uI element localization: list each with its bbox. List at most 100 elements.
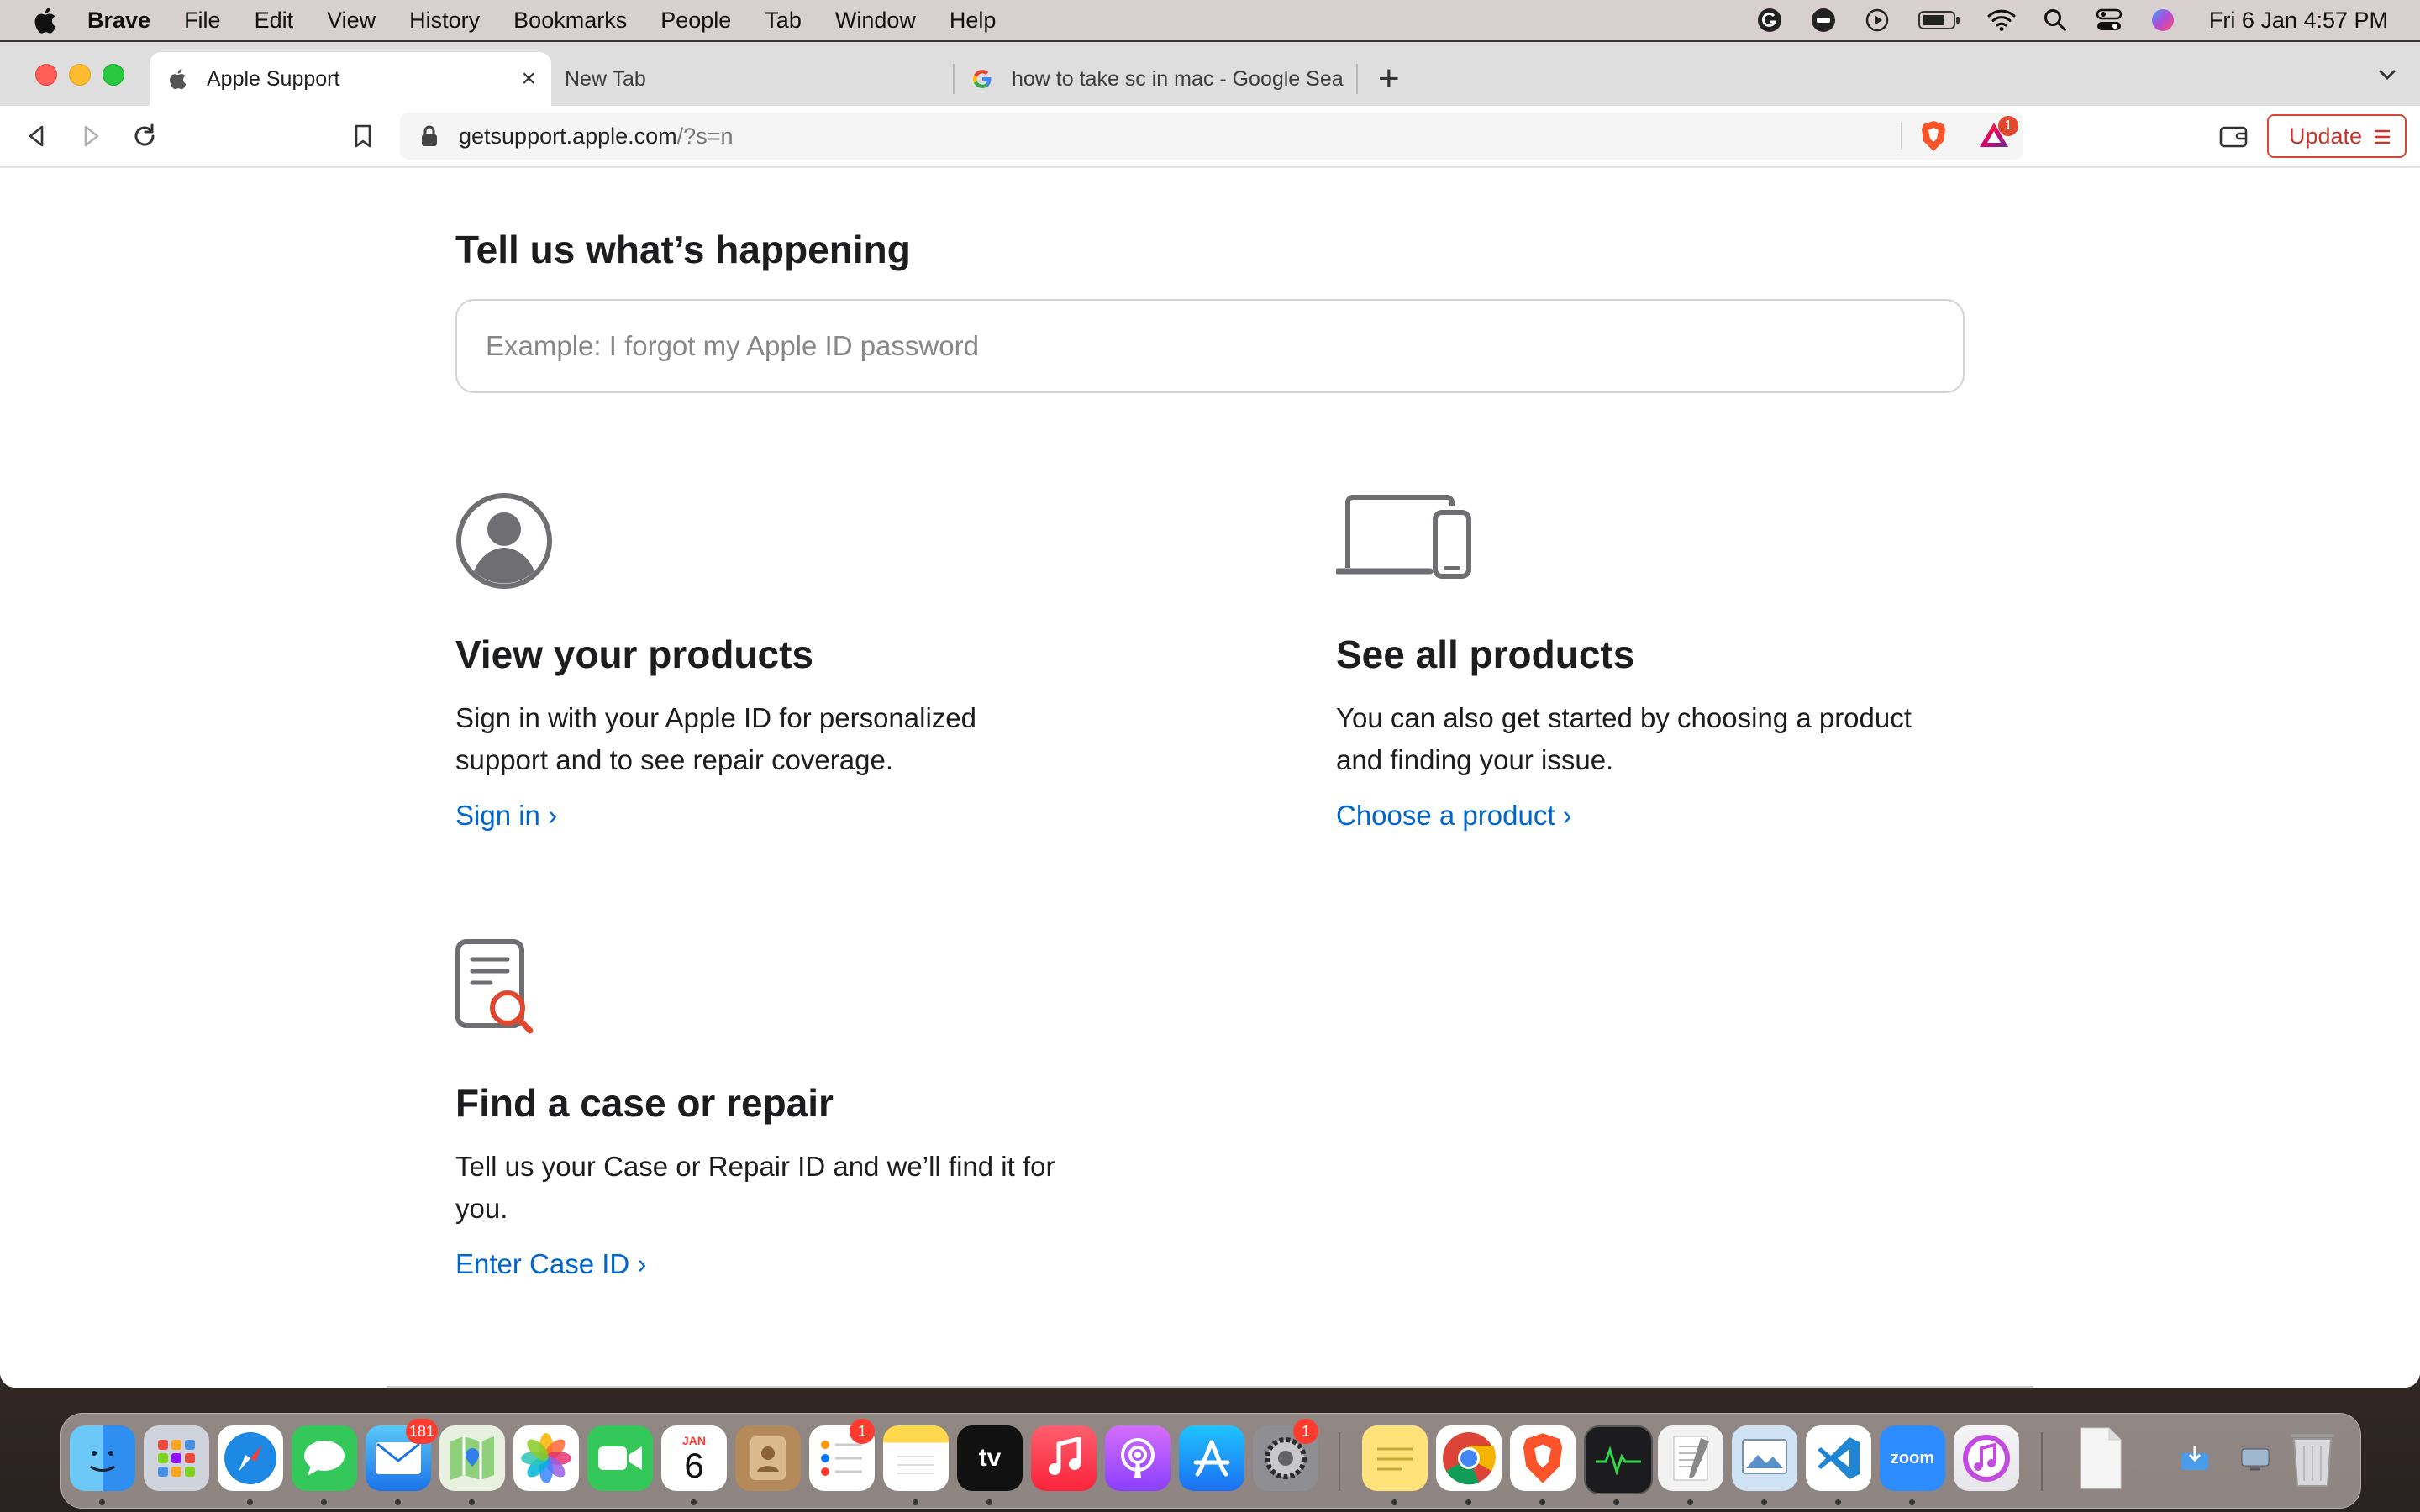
finder-icon[interactable] (70, 1425, 135, 1491)
forward-arrow-icon (84, 125, 99, 147)
spotlight-search-icon[interactable] (2041, 6, 2070, 34)
menu-bookmarks[interactable]: Bookmarks (513, 8, 627, 34)
menu-file[interactable]: File (184, 8, 221, 34)
apple-favicon-icon (166, 68, 188, 90)
card-description-line2: support and to see repair coverage. (455, 744, 893, 775)
card-description-line2: and finding your issue. (1336, 744, 1614, 775)
menu-people[interactable]: People (660, 8, 731, 34)
document-file-icon[interactable] (2068, 1425, 2133, 1491)
safari-icon[interactable] (218, 1425, 283, 1491)
running-indicator (469, 1499, 475, 1505)
card-view-products: View your products Sign in with your App… (455, 492, 1128, 996)
card-title: View your products (455, 633, 814, 676)
card-description-line2: you. (455, 1193, 508, 1224)
tab-new-tab[interactable]: New Tab (548, 52, 951, 106)
play-icon[interactable] (1863, 6, 1891, 34)
back-arrow-icon (29, 125, 44, 147)
vscode-icon[interactable] (1806, 1425, 1871, 1491)
apple-menu-icon[interactable] (32, 7, 57, 34)
calendar-icon[interactable]: JAN 6 (661, 1425, 727, 1491)
support-search-input[interactable] (484, 329, 1963, 363)
photos-icon[interactable] (513, 1425, 579, 1491)
window-minimize-button[interactable] (69, 64, 91, 86)
reload-icon (134, 123, 155, 146)
textedit-icon[interactable] (1658, 1425, 1723, 1491)
tab-title: Apple Support (207, 66, 340, 91)
contacts-icon[interactable] (735, 1425, 801, 1491)
dock-separator (1339, 1432, 1340, 1491)
rewards-count-badge: 1 (1998, 116, 2018, 136)
new-tab-button[interactable]: + (1378, 60, 1400, 97)
itunes-icon[interactable] (1954, 1425, 2019, 1491)
chrome-icon[interactable] (1436, 1425, 1502, 1491)
battery-icon[interactable] (1917, 6, 1962, 34)
menu-app-name[interactable]: Brave (87, 8, 150, 34)
reload-button[interactable] (129, 121, 160, 151)
launchpad-icon[interactable] (144, 1425, 209, 1491)
running-indicator (99, 1499, 105, 1505)
wallet-icon[interactable] (2218, 123, 2249, 150)
calendar-day: 6 (684, 1446, 704, 1485)
menu-window[interactable]: Window (835, 8, 916, 34)
google-favicon-icon (971, 68, 993, 90)
notes-icon[interactable] (883, 1425, 949, 1491)
tab-close-icon[interactable]: × (521, 65, 536, 93)
running-indicator (321, 1499, 327, 1505)
running-indicator (986, 1499, 992, 1505)
card-description-line1: You can also get started by choosing a p… (1336, 702, 1912, 733)
running-indicator (247, 1499, 253, 1505)
footer-divider (387, 1386, 2033, 1388)
forward-button[interactable] (76, 121, 106, 151)
lock-icon (422, 125, 437, 146)
preview-icon[interactable] (1732, 1425, 1797, 1491)
grammarly-icon[interactable] (1755, 6, 1784, 34)
menu-view[interactable]: View (327, 8, 376, 34)
apple-tv-icon[interactable]: tv (957, 1425, 1023, 1491)
brave-shields-icon[interactable] (1919, 119, 1948, 153)
music-icon[interactable] (1031, 1425, 1097, 1491)
zoom-app-icon[interactable]: zoom (1880, 1425, 1945, 1491)
wifi-icon[interactable] (1987, 6, 2016, 34)
messages-icon[interactable] (292, 1425, 357, 1491)
trash-icon[interactable] (2280, 1425, 2345, 1491)
window-close-button[interactable] (35, 64, 57, 86)
running-indicator (1909, 1499, 1915, 1505)
podcasts-icon[interactable] (1105, 1425, 1171, 1491)
back-button[interactable] (22, 121, 52, 151)
laptop-phone-icon (1336, 495, 1471, 579)
maps-icon[interactable] (439, 1425, 505, 1491)
menu-clock[interactable]: Fri 6 Jan 4:57 PM (2209, 8, 2388, 34)
siri-icon[interactable] (2149, 6, 2177, 34)
chevron-down-icon[interactable] (2376, 64, 2398, 86)
address-bar[interactable]: getsupport.apple.com/?s=n (400, 113, 2023, 160)
address-bar-separator (1901, 123, 1902, 150)
support-search-box[interactable] (455, 299, 1965, 393)
tab-apple-support[interactable]: Apple Support × (150, 52, 551, 106)
choose-product-link[interactable]: Choose a product › (1336, 800, 1572, 832)
menu-help[interactable]: Help (950, 8, 997, 34)
screen-recording-icon[interactable] (2223, 1425, 2288, 1491)
menu-edit[interactable]: Edit (255, 8, 294, 34)
menu-extras: Fri 6 Jan 4:57 PM (1755, 0, 2388, 40)
activity-monitor-icon[interactable] (1584, 1425, 1653, 1494)
downloads-folder-icon[interactable] (2162, 1425, 2228, 1491)
app-store-icon[interactable] (1179, 1425, 1244, 1491)
menu-tab[interactable]: Tab (765, 8, 802, 34)
menu-history[interactable]: History (409, 8, 480, 34)
url-text[interactable]: getsupport.apple.com/?s=n (459, 123, 733, 150)
enter-case-id-link[interactable]: Enter Case ID › (455, 1248, 646, 1280)
window-zoom-button[interactable] (103, 64, 124, 86)
tab-google-search[interactable]: how to take sc in mac - Google Sea (955, 52, 1358, 106)
zoom-tray-icon[interactable] (1809, 6, 1838, 34)
url-host: getsupport.apple.com (459, 123, 677, 149)
stickies-icon[interactable] (1362, 1425, 1428, 1491)
control-center-icon[interactable] (2095, 6, 2123, 34)
sign-in-link[interactable]: Sign in › (455, 800, 557, 832)
bookmark-button[interactable] (348, 121, 378, 151)
facetime-icon[interactable] (587, 1425, 653, 1491)
tab-title: New Tab (565, 66, 646, 91)
card-all-products: See all products You can also get starte… (1336, 492, 2008, 996)
brave-browser-icon[interactable] (1510, 1425, 1576, 1491)
update-button[interactable]: Update (2267, 114, 2407, 158)
page-heading: Tell us what’s happening (455, 228, 911, 271)
